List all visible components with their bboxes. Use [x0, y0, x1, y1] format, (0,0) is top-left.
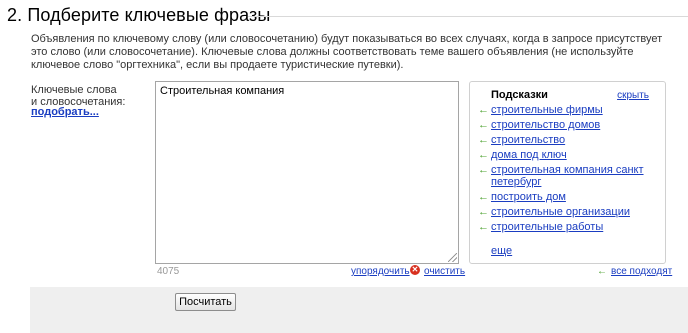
section-description: Объявления по ключевому слову (или слово… [31, 33, 663, 71]
left-arrow-icon: ← [478, 104, 489, 116]
left-arrow-icon: ← [478, 164, 489, 176]
hint-item-label: строительная компания санкт петербург [491, 164, 644, 188]
hint-item-label: построить дом [491, 191, 566, 203]
all-fits-link[interactable]: ← все подходят [597, 266, 672, 277]
hints-list: ← строительные фирмы ← строительство домов… [478, 104, 658, 236]
left-arrow-icon: ← [478, 206, 489, 218]
hint-item[interactable]: ← строительные организации [478, 206, 658, 218]
hint-item-label: строительство домов [491, 119, 601, 131]
hints-more-link[interactable]: еще [491, 245, 512, 257]
all-fits-label: все подходят [611, 266, 673, 277]
hint-item[interactable]: ← строительная компания санкт петербург [478, 164, 658, 188]
textarea-resize-handle[interactable] [448, 253, 457, 262]
hint-item[interactable]: ← строительные работы [478, 221, 658, 233]
hint-item-label: строительные работы [491, 221, 604, 233]
hint-item[interactable]: ← строительство домов [478, 119, 658, 131]
hint-item-label: строительство [491, 134, 566, 146]
calculate-button[interactable]: Посчитать [175, 293, 236, 311]
hint-item[interactable]: ← дома под ключ [478, 149, 658, 161]
hints-title: Подсказки [491, 89, 548, 101]
sort-link[interactable]: упорядочить [351, 266, 410, 277]
clear-link[interactable]: очистить [424, 266, 465, 277]
char-count: 4075 [157, 266, 180, 277]
left-arrow-icon: ← [478, 191, 489, 203]
hint-item[interactable]: ← строительные фирмы [478, 104, 658, 116]
bottom-action-bar [30, 287, 688, 333]
hint-item[interactable]: ← строительство [478, 134, 658, 146]
title-divider [248, 16, 688, 17]
hint-item-label: дома под ключ [491, 149, 567, 161]
left-arrow-icon: ← [597, 266, 607, 277]
hints-hide-link[interactable]: скрыть [617, 90, 649, 101]
keywords-textarea[interactable]: Строительная компания [155, 81, 459, 264]
left-arrow-icon: ← [478, 149, 489, 161]
left-arrow-icon: ← [478, 119, 489, 131]
left-arrow-icon: ← [478, 134, 489, 146]
keywords-label: Ключевые слова и словосочетания: [31, 84, 125, 108]
left-arrow-icon: ← [478, 221, 489, 233]
clear-x-icon[interactable]: ✕ [410, 265, 420, 275]
hint-item[interactable]: ← построить дом [478, 191, 658, 203]
pick-keywords-link[interactable]: подобрать... [31, 106, 99, 118]
hint-item-label: строительные организации [491, 206, 630, 218]
hints-panel: Подсказки скрыть ← строительные фирмы ← ст… [469, 81, 666, 264]
section-title: 2. Подберите ключевые фразы [7, 5, 271, 25]
hint-item-label: строительные фирмы [491, 104, 603, 116]
keywords-label-line1: Ключевые слова [31, 84, 117, 96]
